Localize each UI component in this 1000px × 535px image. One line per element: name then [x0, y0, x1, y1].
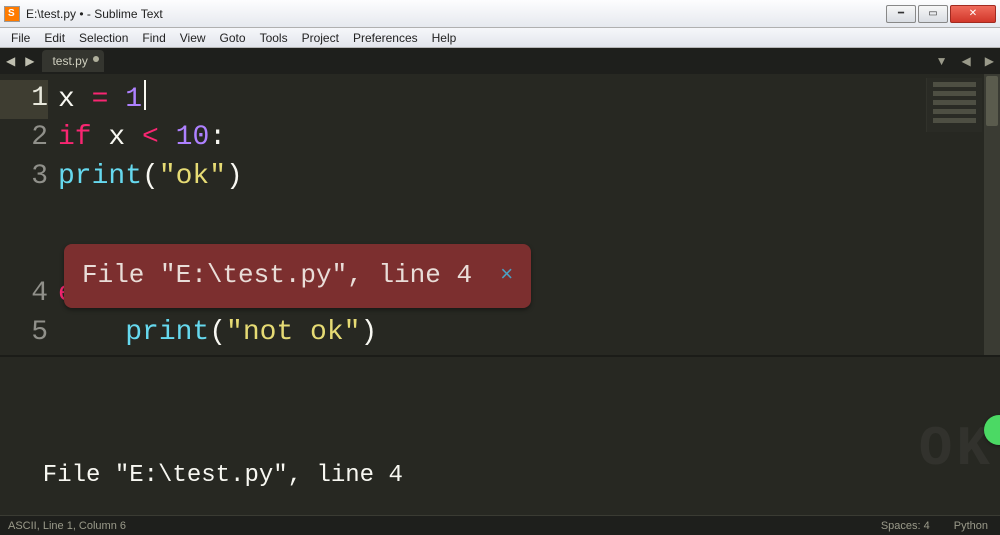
error-popup-close-icon[interactable]: ×: [500, 261, 513, 291]
pane-nav-forward-icon[interactable]: ▶: [985, 54, 994, 68]
window-close-button[interactable]: ✕: [950, 5, 996, 23]
status-bar: ASCII, Line 1, Column 6 Spaces: 4 Python: [0, 515, 1000, 535]
status-indentation[interactable]: Spaces: 4: [881, 520, 930, 532]
tab-bar: ◀ ▶ test.py ▼ ◀ ▶: [0, 48, 1000, 74]
tab-dirty-indicator-icon: [93, 56, 99, 62]
line-number: 2: [0, 119, 48, 158]
window-title: E:\test.py • - Sublime Text: [26, 7, 884, 21]
tab-dropdown-icon[interactable]: ▼: [936, 54, 948, 68]
line-number: 3: [0, 158, 48, 197]
app-icon: [4, 6, 20, 22]
text-caret: [144, 80, 146, 110]
line-number: 5: [0, 314, 48, 353]
menu-goto[interactable]: Goto: [213, 29, 253, 47]
tab-nav-forward-icon[interactable]: ▶: [25, 54, 34, 68]
pane-nav-back-icon[interactable]: ◀: [962, 54, 971, 68]
error-popup-message: File "E:\test.py", line 4: [82, 258, 472, 294]
tab-nav-back-icon[interactable]: ◀: [6, 54, 15, 68]
window-minimize-button[interactable]: ━: [886, 5, 916, 23]
code-line[interactable]: print("ok"): [58, 158, 377, 197]
code-line[interactable]: x = 1: [58, 80, 377, 119]
build-output-panel[interactable]: OK File "E:\test.py", line 4 print("ok")…: [0, 355, 1000, 515]
tab-test-py[interactable]: test.py: [42, 50, 103, 72]
menu-edit[interactable]: Edit: [37, 29, 72, 47]
menu-bar: File Edit Selection Find View Goto Tools…: [0, 28, 1000, 48]
minimap[interactable]: [926, 78, 982, 132]
menu-selection[interactable]: Selection: [72, 29, 135, 47]
window-maximize-button[interactable]: ▭: [918, 5, 948, 23]
menu-preferences[interactable]: Preferences: [346, 29, 425, 47]
menu-find[interactable]: Find: [135, 29, 172, 47]
scrollbar-thumb[interactable]: [986, 76, 998, 126]
editor-pane[interactable]: 1 2 3 4 5 x = 1 if x < 10: print("ok") e…: [0, 74, 1000, 355]
code-content[interactable]: x = 1 if x < 10: print("ok") else: print…: [58, 80, 377, 353]
line-number: 1: [0, 80, 48, 119]
menu-view[interactable]: View: [173, 29, 213, 47]
status-cursor-position[interactable]: ASCII, Line 1, Column 6: [8, 520, 126, 532]
line-number-gutter: 1 2 3 4 5: [0, 74, 58, 353]
tab-label: test.py: [52, 54, 87, 68]
window-titlebar: E:\test.py • - Sublime Text ━ ▭ ✕: [0, 0, 1000, 28]
editor-vertical-scrollbar[interactable]: [984, 74, 1000, 355]
console-line: File "E:\test.py", line 4: [14, 460, 986, 492]
menu-help[interactable]: Help: [425, 29, 464, 47]
code-line[interactable]: print("not ok"): [58, 314, 377, 353]
menu-project[interactable]: Project: [295, 29, 346, 47]
status-syntax[interactable]: Python: [954, 520, 988, 532]
menu-tools[interactable]: Tools: [253, 29, 295, 47]
line-number: 4: [0, 275, 48, 314]
code-line[interactable]: if x < 10:: [58, 119, 377, 158]
menu-file[interactable]: File: [4, 29, 37, 47]
error-popup: File "E:\test.py", line 4 ×: [64, 244, 531, 308]
